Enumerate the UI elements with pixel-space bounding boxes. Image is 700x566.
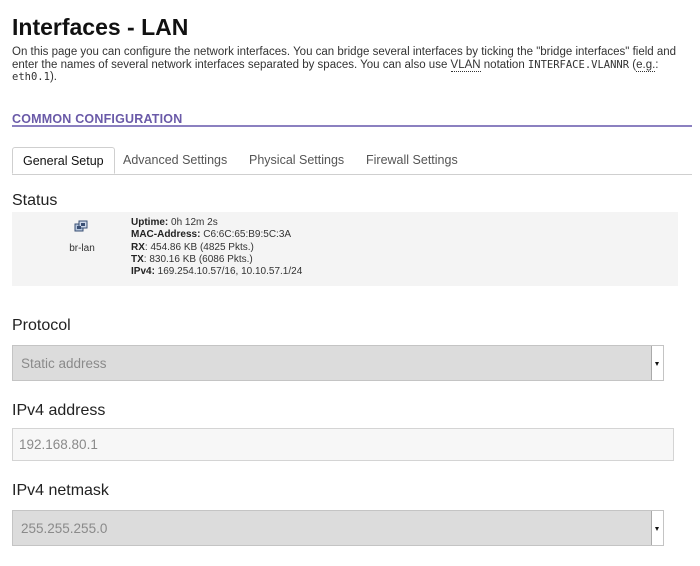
- description-text: ).: [49, 71, 57, 83]
- tab-physical-settings[interactable]: Physical Settings: [239, 147, 354, 174]
- rx-row: RX: 454.86 KB (4825 Pkts.): [131, 242, 302, 254]
- status-label: Status: [12, 192, 58, 209]
- interface-name: br-lan: [69, 243, 95, 254]
- ipv4-netmask-select[interactable]: 255.255.255.0: [12, 510, 664, 546]
- network-bridge-icon: [74, 220, 88, 232]
- mac-value: C6:6C:65:B9:5C:3A: [200, 229, 292, 241]
- status-panel: br-lan Uptime: 0h 12m 2s MAC-Address: C6…: [12, 212, 678, 286]
- description-code: eth0.1: [12, 71, 50, 83]
- tab-bar: General Setup Advanced Settings Physical…: [12, 147, 692, 175]
- tab-general-setup[interactable]: General Setup: [12, 147, 115, 174]
- tab-bar-border: [12, 174, 692, 175]
- tx-label: TX: [131, 253, 144, 265]
- rx-label: RX: [131, 241, 145, 253]
- interface-info: Uptime: 0h 12m 2s MAC-Address: C6:6C:65:…: [131, 217, 302, 278]
- description-text: :: [655, 58, 659, 71]
- ipv4-row: IPv4: 169.254.10.57/16, 10.10.57.1/24: [131, 266, 302, 278]
- uptime-label: Uptime:: [131, 217, 169, 228]
- tx-row: TX: 830.16 KB (6086 Pkts.): [131, 254, 302, 266]
- tab-advanced-settings[interactable]: Advanced Settings: [113, 147, 237, 174]
- protocol-label: Protocol: [12, 317, 71, 334]
- eg-abbr: e.g.: [636, 58, 656, 72]
- page-title: Interfaces - LAN: [12, 14, 189, 40]
- section-divider: [12, 125, 692, 127]
- ipv4-address-input[interactable]: [12, 428, 674, 461]
- ipv4-netmask-value: 255.255.255.0: [21, 521, 108, 536]
- mac-label: MAC-Address:: [131, 229, 201, 241]
- uptime-row: Uptime: 0h 12m 2s: [131, 217, 302, 229]
- description-code: INTERFACE.VLANNR: [527, 58, 630, 71]
- ipv4-netmask-label: IPv4 netmask: [12, 482, 109, 499]
- chevron-down-icon[interactable]: [651, 511, 663, 545]
- page-description: On this page you can configure the netwo…: [12, 46, 692, 84]
- ipv4-address-label: IPv4 address: [12, 402, 106, 419]
- rx-value: : 454.86 KB (4825 Pkts.): [144, 241, 254, 253]
- mac-row: MAC-Address: C6:6C:65:B9:5C:3A: [131, 229, 302, 241]
- protocol-value: Static address: [21, 356, 107, 371]
- tab-firewall-settings[interactable]: Firewall Settings: [356, 147, 468, 174]
- tx-value: : 830.16 KB (6086 Pkts.): [143, 253, 253, 265]
- chevron-down-icon[interactable]: [651, 346, 663, 380]
- description-text: notation: [480, 58, 528, 71]
- ipv4-label: IPv4:: [131, 266, 155, 278]
- vlan-abbr: VLAN: [450, 58, 481, 72]
- section-title: COMMON CONFIGURATION: [12, 112, 183, 126]
- uptime-value: 0h 12m 2s: [168, 217, 218, 228]
- protocol-select[interactable]: Static address: [12, 345, 664, 381]
- ipv4-value: 169.254.10.57/16, 10.10.57.1/24: [154, 266, 303, 278]
